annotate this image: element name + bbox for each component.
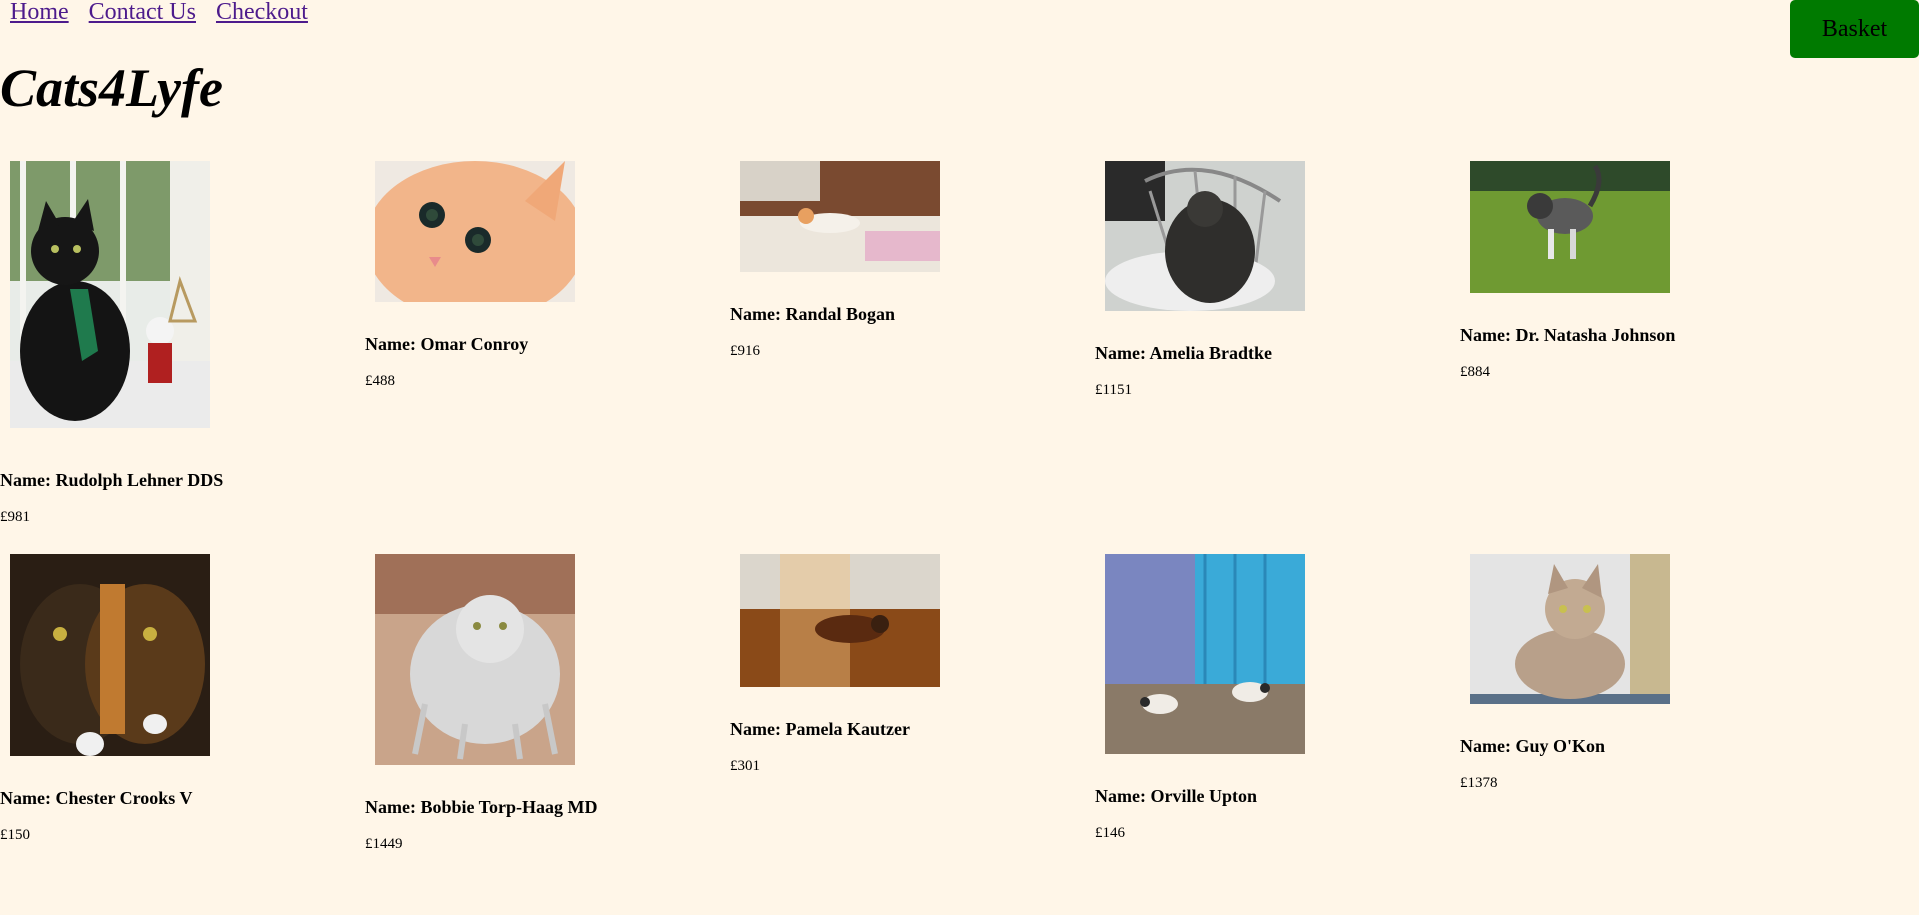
cat-price: £916 <box>730 343 760 359</box>
cat-photo-two-cats-blue-door[interactable] <box>1105 554 1305 754</box>
page: Home Contact Us Checkout Basket Cats4Lyf… <box>0 0 1919 915</box>
nav-contact-link[interactable]: Contact Us <box>89 0 196 24</box>
cat-name: Name: Chester Crooks V <box>0 788 193 808</box>
cat-price: £488 <box>365 373 395 389</box>
cat-card: Name: Orville Upton £146 <box>1095 554 1460 842</box>
cat-card: Name: Dr. Natasha Johnson £884 <box>1460 161 1825 381</box>
site-title: Cats4Lyfe <box>0 58 223 118</box>
cat-price: £301 <box>730 758 760 774</box>
cat-name: Name: Pamela Kautzer <box>730 719 910 739</box>
cat-photo-black-cat-tie[interactable] <box>10 161 210 428</box>
cat-name: Name: Omar Conroy <box>365 334 529 354</box>
cat-name: Name: Dr. Natasha Johnson <box>1460 325 1676 345</box>
cat-price: £1378 <box>1460 775 1498 791</box>
cat-grid: Name: Rudolph Lehner DDS £981 Name: Omar… <box>0 161 1919 853</box>
top-nav: Home Contact Us Checkout <box>10 0 328 24</box>
cat-price: £884 <box>1460 364 1490 380</box>
cat-photo-two-calico-cats[interactable] <box>10 554 210 756</box>
nav-checkout-link[interactable]: Checkout <box>216 0 308 24</box>
cat-card: Name: Chester Crooks V £150 <box>0 554 365 844</box>
cat-card: Name: Amelia Bradtke £1151 <box>1095 161 1460 399</box>
cat-photo-cat-on-grass[interactable] <box>1470 161 1670 293</box>
cat-name: Name: Amelia Bradtke <box>1095 343 1272 363</box>
cat-price: £150 <box>0 827 30 843</box>
cat-row-1: Name: Rudolph Lehner DDS £981 Name: Omar… <box>0 161 1919 526</box>
cat-card: Name: Rudolph Lehner DDS £981 <box>0 161 365 526</box>
cat-name: Name: Bobbie Torp-Haag MD <box>365 797 598 817</box>
cat-photo-cat-on-bed[interactable] <box>740 161 940 272</box>
cat-price: £1449 <box>365 836 403 852</box>
cat-photo-cat-on-chair[interactable] <box>1105 161 1305 311</box>
basket-button[interactable]: Basket <box>1790 0 1919 58</box>
cat-name: Name: Orville Upton <box>1095 786 1257 806</box>
cat-card: Name: Guy O'Kon £1378 <box>1460 554 1825 792</box>
cat-card: Name: Pamela Kautzer £301 <box>730 554 1095 775</box>
cat-photo-ginger-kitten[interactable] <box>375 161 575 302</box>
cat-photo-wet-grey-cat[interactable] <box>375 554 575 765</box>
cat-name: Name: Randal Bogan <box>730 304 896 324</box>
cat-card: Name: Bobbie Torp-Haag MD £1449 <box>365 554 730 853</box>
cat-photo-abyssinian-cat[interactable] <box>1470 554 1670 704</box>
cat-price: £146 <box>1095 825 1125 841</box>
cat-card: Name: Randal Bogan £916 <box>730 161 1095 360</box>
nav-home-link[interactable]: Home <box>10 0 69 24</box>
cat-name: Name: Rudolph Lehner DDS <box>0 470 224 490</box>
cat-photo-cat-on-floor[interactable] <box>740 554 940 687</box>
cat-price: £981 <box>0 509 30 525</box>
cat-card: Name: Omar Conroy £488 <box>365 161 730 390</box>
cat-price: £1151 <box>1095 382 1132 398</box>
cat-name: Name: Guy O'Kon <box>1460 736 1606 756</box>
cat-row-2: Name: Chester Crooks V £150 Name: Bobbie… <box>0 554 1919 853</box>
